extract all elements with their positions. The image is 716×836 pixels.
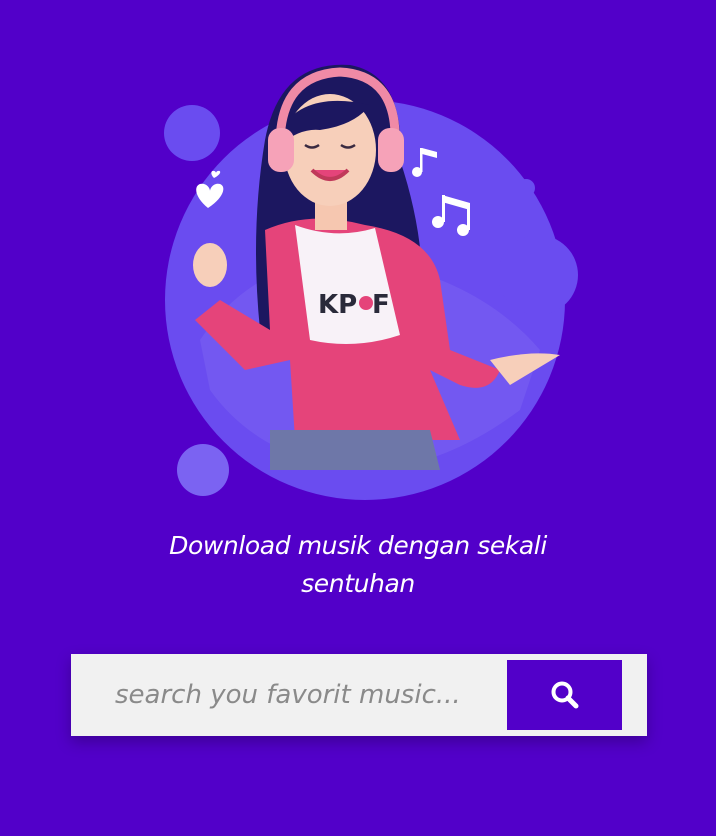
svg-text:F: F bbox=[372, 290, 390, 320]
decor-circle-right bbox=[498, 235, 578, 315]
tagline-line-1: Download musik dengan sekali bbox=[169, 531, 547, 560]
headphone-left bbox=[268, 128, 294, 172]
headphone-right bbox=[378, 128, 404, 172]
search-bar bbox=[71, 654, 647, 736]
decor-circle-topleft bbox=[164, 105, 220, 161]
svg-text:KP: KP bbox=[318, 290, 357, 320]
decor-circle-bottomleft bbox=[177, 444, 229, 496]
search-icon bbox=[550, 680, 580, 710]
hero-illustration: KP F bbox=[140, 50, 610, 500]
search-input[interactable] bbox=[71, 654, 501, 736]
tagline: Download musik dengan sekali sentuhan bbox=[108, 527, 608, 603]
search-button[interactable] bbox=[507, 660, 622, 730]
tagline-line-2: sentuhan bbox=[301, 569, 415, 598]
decor-circle-topright bbox=[517, 179, 535, 197]
